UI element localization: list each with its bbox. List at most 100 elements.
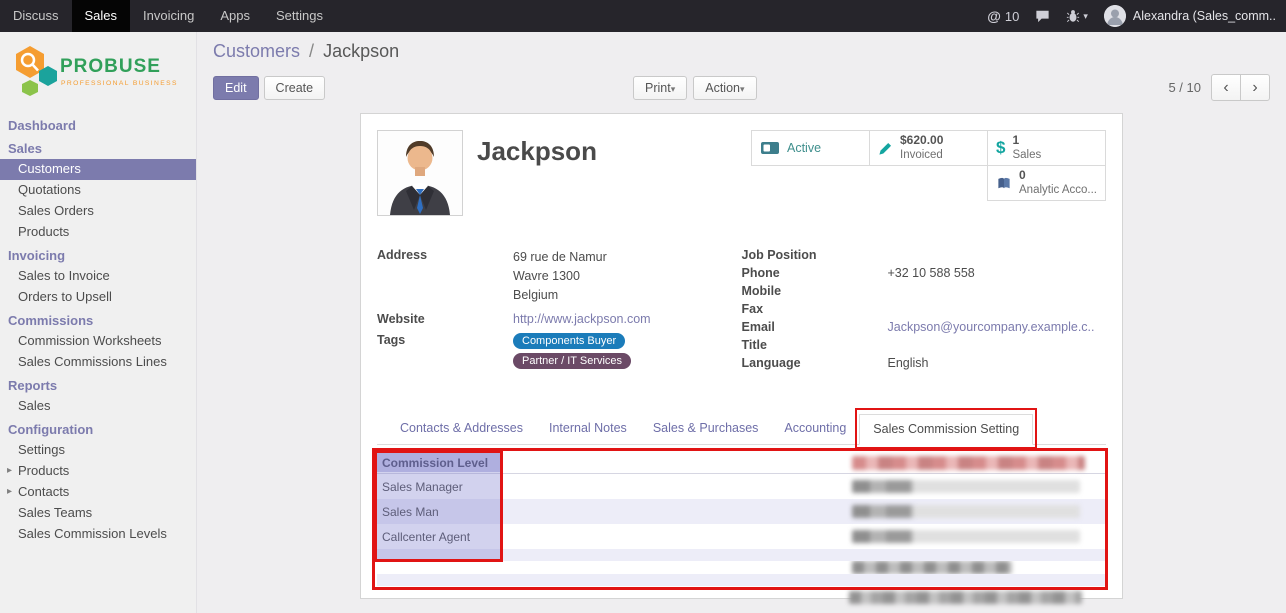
fax-label: Fax	[742, 302, 888, 317]
sidebar-heading-sales[interactable]: Sales	[0, 136, 196, 159]
tab-sales-commission-setting[interactable]: Sales Commission Setting	[859, 414, 1033, 445]
email-link[interactable]: Jackpson@yourcompany.example.c..	[888, 320, 1095, 335]
address-city: Wavre 1300	[513, 267, 607, 286]
sidebar-heading-invoicing[interactable]: Invoicing	[0, 243, 196, 266]
tags-field: Tags Components Buyer Partner / IT Servi…	[377, 333, 742, 373]
phone-field: Phone +32 10 588 558	[742, 266, 1107, 281]
table-row-callcenter-agent[interactable]: Callcenter Agent	[377, 524, 1106, 549]
website-link[interactable]: http://www.jackpson.com	[513, 312, 651, 326]
menu-sales[interactable]: Sales	[72, 0, 131, 32]
pager-buttons: ‹ ›	[1211, 74, 1270, 101]
sidebar-item-sales-to-invoice[interactable]: Sales to Invoice	[0, 266, 196, 287]
tab-internal-notes[interactable]: Internal Notes	[536, 414, 640, 444]
notebook-tabs: Contacts & Addresses Internal Notes Sale…	[377, 414, 1106, 445]
create-button[interactable]: Create	[264, 76, 326, 100]
sidebar-item-config-products[interactable]: ▸Products	[0, 461, 196, 482]
breadcrumb-separator: /	[309, 41, 314, 61]
sidebar-item-config-contacts[interactable]: ▸Contacts	[0, 482, 196, 503]
sidebar-item-label: Settings	[18, 442, 65, 457]
action-dropdown-button[interactable]: Action▾	[693, 76, 756, 100]
website-label: Website	[377, 312, 513, 326]
menu-discuss[interactable]: Discuss	[0, 0, 72, 32]
commission-level-cell: Callcenter Agent	[377, 524, 847, 549]
sidebar-item-label: Sales Commissions Lines	[18, 354, 167, 369]
sidebar-item-sales-orders[interactable]: Sales Orders	[0, 201, 196, 222]
sidebar-item-reports-sales[interactable]: Sales	[0, 396, 196, 417]
sidebar-heading-commissions[interactable]: Commissions	[0, 308, 196, 331]
mention-counter-button[interactable]: @ 10	[987, 8, 1019, 24]
table-empty-row	[377, 561, 1106, 574]
redacted-value	[849, 591, 1082, 604]
sidebar-item-customers[interactable]: Customers	[0, 159, 196, 180]
analytic-book-icon	[996, 176, 1012, 191]
main-content: Customers / Jackpson Edit Create Print▾ …	[197, 32, 1286, 613]
breadcrumb-customers-link[interactable]: Customers	[213, 41, 300, 61]
redacted-value	[852, 530, 1080, 543]
invoiced-value: $620.00	[900, 133, 943, 148]
column-header-commission-level: Commission Level	[377, 453, 847, 474]
caret-down-icon: ▾	[740, 84, 745, 94]
breadcrumb: Customers / Jackpson	[213, 40, 1270, 62]
sidebar-heading-dashboard[interactable]: Dashboard	[0, 113, 196, 136]
sidebar-heading-reports[interactable]: Reports	[0, 373, 196, 396]
sidebar-item-settings[interactable]: Settings	[0, 440, 196, 461]
active-label: Active	[787, 141, 821, 155]
sidebar-item-quotations[interactable]: Quotations	[0, 180, 196, 201]
tab-sales-purchases[interactable]: Sales & Purchases	[640, 414, 772, 444]
analytic-count-label: Analytic Acco...	[1019, 183, 1097, 197]
redacted-value	[852, 505, 1080, 518]
job-position-label: Job Position	[742, 248, 888, 263]
email-field: Email Jackpson@yourcompany.example.c..	[742, 320, 1107, 335]
sidebar-item-sales-commission-levels[interactable]: Sales Commission Levels	[0, 524, 196, 545]
logo-text: PROBUSE	[60, 56, 161, 77]
sidebar-item-orders-to-upsell[interactable]: Orders to Upsell	[0, 287, 196, 308]
address-label: Address	[377, 248, 513, 305]
sidebar-item-label: Products	[18, 224, 69, 239]
sidebar-item-label: Contacts	[18, 484, 69, 499]
edit-button[interactable]: Edit	[213, 76, 259, 100]
probuse-logo[interactable]: PROBUSE PROFESSIONAL BUSINESS	[0, 32, 196, 113]
menu-invoicing[interactable]: Invoicing	[130, 0, 207, 32]
sidebar-heading-configuration[interactable]: Configuration	[0, 417, 196, 440]
table-empty-row	[377, 549, 1106, 561]
tab-contacts-addresses[interactable]: Contacts & Addresses	[387, 414, 536, 444]
messages-icon[interactable]	[1035, 9, 1050, 23]
commission-level-cell: Sales Manager	[377, 474, 847, 500]
commission-level-cell: Sales Man	[377, 499, 847, 524]
sidebar-item-products[interactable]: Products	[0, 222, 196, 243]
sidebar-item-sales-commissions-lines[interactable]: Sales Commissions Lines	[0, 352, 196, 373]
sidebar-item-commission-worksheets[interactable]: Commission Worksheets	[0, 331, 196, 352]
menu-apps[interactable]: Apps	[207, 0, 263, 32]
sales-stat-button[interactable]: $ 1 Sales	[987, 130, 1106, 166]
analytic-accounts-stat-button[interactable]: 0 Analytic Acco...	[987, 165, 1106, 201]
debug-icon[interactable]: ▾	[1066, 9, 1088, 23]
invoiced-stat-button[interactable]: $620.00 Invoiced	[869, 130, 988, 166]
record-title: Jackpson	[477, 136, 597, 167]
sidebar-item-sales-teams[interactable]: Sales Teams	[0, 503, 196, 524]
pencil-icon	[878, 141, 893, 156]
redacted-value	[852, 561, 1012, 574]
pager-previous-button[interactable]: ‹	[1211, 74, 1241, 101]
menu-settings[interactable]: Settings	[263, 0, 336, 32]
dollar-icon: $	[996, 138, 1005, 158]
table-row-sales-man[interactable]: Sales Man	[377, 499, 1106, 524]
active-toggle-button[interactable]: Active	[751, 130, 870, 166]
record-pager: 5 / 10 ‹ ›	[1168, 74, 1270, 101]
chevron-right-icon: ▸	[7, 464, 12, 478]
redacted-header-value	[852, 456, 1085, 470]
print-dropdown-button[interactable]: Print▾	[633, 76, 687, 100]
address-street: 69 rue de Namur	[513, 248, 607, 267]
edit-create-group: Edit Create	[213, 76, 325, 100]
control-panel-buttons: Edit Create Print▾ Action▾ 5 / 10 ‹ ›	[213, 74, 1270, 101]
pager-next-button[interactable]: ›	[1240, 74, 1270, 101]
title-label: Title	[742, 338, 888, 353]
tag-components-buyer: Components Buyer	[513, 333, 625, 349]
analytic-count-value: 0	[1019, 168, 1097, 183]
user-menu[interactable]: Alexandra (Sales_comm..	[1104, 5, 1276, 27]
control-panel: Customers / Jackpson Edit Create Print▾ …	[197, 32, 1286, 101]
table-row-sales-manager[interactable]: Sales Manager	[377, 474, 1106, 500]
tab-accounting[interactable]: Accounting	[771, 414, 859, 444]
pager-value[interactable]: 5 / 10	[1168, 80, 1201, 95]
commission-levels-table: Commission Level Sales Manager Sales Man	[377, 453, 1106, 586]
sheet-header: Jackpson Active $620.00 Invoiced	[377, 130, 1106, 248]
